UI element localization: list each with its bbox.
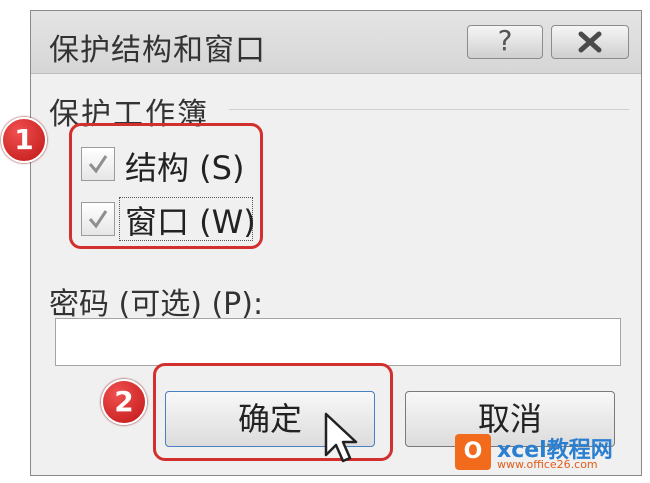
close-button[interactable] (551, 25, 629, 59)
help-icon: ? (497, 24, 513, 57)
title-bar: 保护结构和窗口 ? (31, 11, 641, 74)
help-button[interactable]: ? (467, 24, 543, 59)
close-icon (578, 31, 602, 53)
mouse-cursor-icon (324, 412, 358, 463)
step-1-badge: 1 (1, 117, 47, 163)
callout-highlight-options (69, 123, 263, 249)
watermark-url: www.office26.com (497, 458, 598, 471)
protect-structure-dialog: 保护结构和窗口 ? 保护工作簿 结构 (S) 窗口 (W) 1 密码 (可选) … (1, 10, 642, 476)
watermark-logo-icon: O (455, 434, 491, 470)
dialog-title: 保护结构和窗口 (49, 33, 266, 68)
password-input[interactable] (55, 318, 621, 366)
watermark: O xcel教程网 www.office26.com (455, 432, 645, 476)
step-2-badge: 2 (101, 379, 147, 425)
group-divider (229, 109, 629, 110)
password-label: 密码 (可选) (P): (49, 287, 264, 322)
